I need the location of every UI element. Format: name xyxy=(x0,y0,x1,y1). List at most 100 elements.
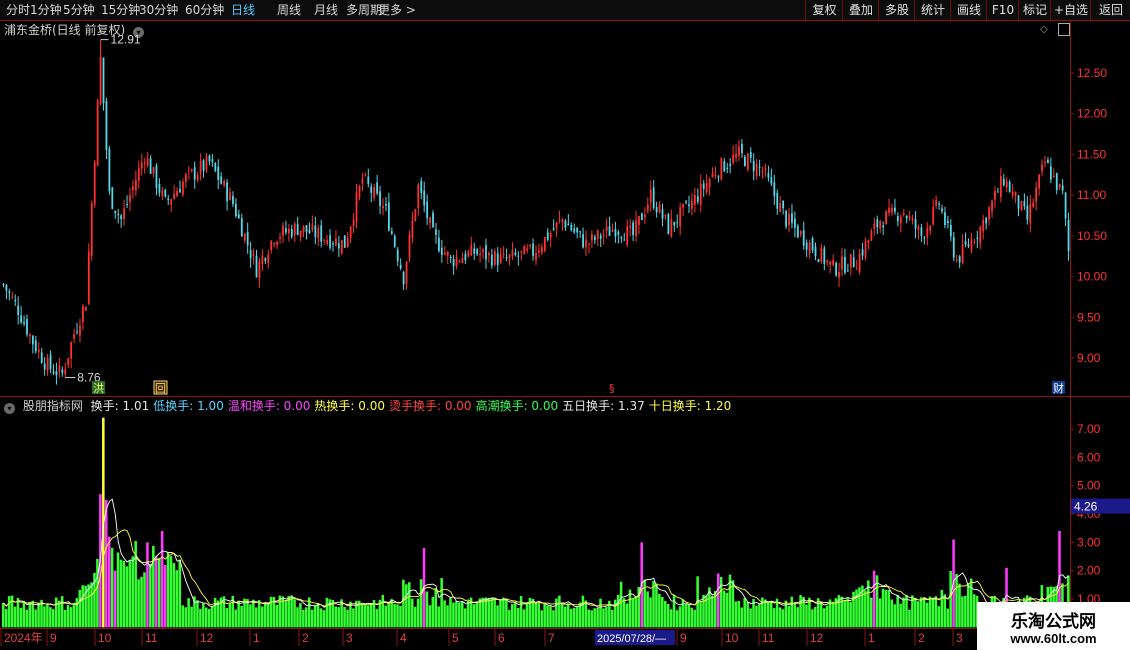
turnover-bar xyxy=(490,598,493,628)
turnover-bar xyxy=(66,605,70,628)
candle-body xyxy=(196,174,199,181)
candle-body xyxy=(1047,159,1049,164)
candle-body xyxy=(161,190,164,196)
candle-body xyxy=(267,254,270,264)
turnover-bar xyxy=(90,582,93,628)
candle-body xyxy=(237,214,240,219)
candle-body xyxy=(529,244,532,247)
price-axis-label: 9.50 xyxy=(1077,310,1101,324)
turnover-bar xyxy=(316,602,320,628)
candle-body xyxy=(623,239,626,241)
candle-body xyxy=(555,222,558,229)
candle-body xyxy=(105,100,108,150)
turnover-bar xyxy=(252,599,255,628)
turnover-bar xyxy=(764,599,767,628)
turnover-bar xyxy=(902,597,905,628)
date-axis-label: 3 xyxy=(346,631,353,645)
turnover-bar xyxy=(399,605,402,628)
candle-body xyxy=(99,56,102,105)
current-value-badge-text: 4.26 xyxy=(1074,500,1098,514)
turnover-bar xyxy=(575,607,579,628)
turnover-bar xyxy=(731,580,735,628)
candle-body xyxy=(364,174,367,176)
candle-body xyxy=(31,335,34,345)
candle-body xyxy=(767,173,770,178)
event-marker[interactable]: 洪 xyxy=(93,381,104,395)
turnover-bar xyxy=(581,595,585,628)
date-axis-label: 2024年 xyxy=(4,631,43,645)
chart-area[interactable]: 12.5012.0011.5011.0010.5010.009.509.0012… xyxy=(0,0,1130,650)
turnover-bar xyxy=(569,608,573,628)
turnover-bar xyxy=(408,582,411,628)
candle-body xyxy=(655,207,658,213)
turnover-bar xyxy=(908,609,911,628)
candle-body xyxy=(676,222,679,224)
max-price-label: 12.91 xyxy=(111,33,141,47)
candle-body xyxy=(270,240,273,251)
turnover-bar xyxy=(787,605,791,628)
turnover-bar xyxy=(137,579,140,628)
candle-body xyxy=(876,219,879,228)
turnover-bar xyxy=(743,598,746,628)
turnover-bar xyxy=(561,604,564,628)
turnover-bar xyxy=(658,593,661,628)
turnover-bar xyxy=(428,605,432,628)
watermark-line2: www.60lt.com xyxy=(1010,631,1097,646)
turnover-bar xyxy=(822,608,826,628)
candle-body xyxy=(846,270,849,272)
turnover-bar xyxy=(205,607,208,628)
candle-body xyxy=(591,234,593,241)
candle-body xyxy=(461,258,464,264)
candle-body xyxy=(385,203,387,206)
candle-body xyxy=(164,189,167,197)
candle-body xyxy=(649,189,652,203)
turnover-bar xyxy=(157,557,161,628)
candle-body xyxy=(667,214,670,234)
candle-body xyxy=(743,156,746,167)
turnover-bar xyxy=(666,603,670,628)
turnover-bar xyxy=(611,609,614,628)
candle-body xyxy=(899,216,902,224)
candle-body xyxy=(17,305,20,315)
turnover-bar xyxy=(466,601,470,628)
candle-body xyxy=(546,232,549,240)
candle-body xyxy=(370,186,373,194)
turnover-bar xyxy=(949,570,952,628)
event-marker[interactable]: 回 xyxy=(155,382,166,395)
candle-body xyxy=(93,162,96,205)
candle-body xyxy=(735,153,737,158)
turnover-bar xyxy=(864,590,867,628)
turnover-bar xyxy=(104,499,108,628)
turnover-bar xyxy=(596,607,599,628)
candle-body xyxy=(405,261,408,285)
candle-body xyxy=(111,187,114,209)
turnover-bar xyxy=(505,598,508,628)
candle-body xyxy=(732,154,735,163)
candle-body xyxy=(796,226,799,238)
candle-body xyxy=(776,192,779,209)
candle-body xyxy=(799,231,802,235)
turnover-bar xyxy=(919,597,923,628)
turnover-bar xyxy=(478,598,482,628)
candle-body xyxy=(761,170,764,172)
turnover-bar xyxy=(969,578,973,628)
turnover-bar xyxy=(63,609,67,628)
candle-body xyxy=(311,224,314,231)
turnover-bar xyxy=(160,531,164,628)
candle-body xyxy=(549,233,552,238)
date-axis-label: 1 xyxy=(868,631,875,645)
candle-body xyxy=(393,236,396,247)
turnover-bar xyxy=(766,602,770,628)
turnover-bar xyxy=(296,607,299,628)
turnover-bar xyxy=(275,604,279,628)
candle-body xyxy=(746,153,749,170)
turnover-bar xyxy=(166,551,170,628)
candle-body xyxy=(223,181,226,186)
turnover-bar xyxy=(446,605,449,628)
candle-body xyxy=(817,259,820,262)
event-marker[interactable]: § xyxy=(609,382,615,395)
candle-body xyxy=(129,195,131,203)
event-marker[interactable]: 财 xyxy=(1053,381,1064,395)
turnover-bar xyxy=(540,610,543,628)
turnover-bar xyxy=(649,597,652,628)
